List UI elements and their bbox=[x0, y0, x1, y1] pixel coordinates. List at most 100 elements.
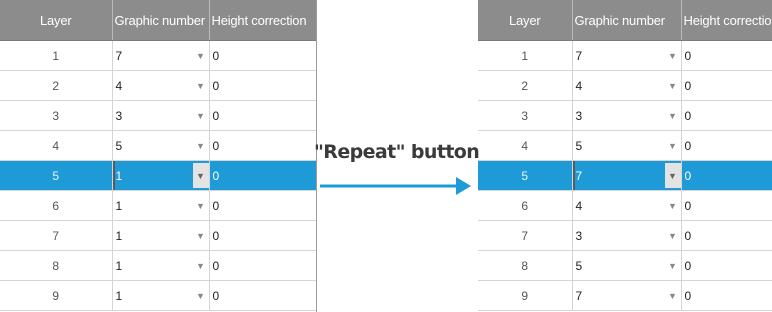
chevron-down-icon[interactable]: ▼ bbox=[665, 133, 681, 158]
layer-number-cell[interactable]: 7 bbox=[478, 220, 573, 251]
table-row[interactable]: 7 3 ▼ 0 bbox=[478, 220, 772, 251]
graphic-number-select[interactable]: 1 ▼ bbox=[112, 250, 210, 281]
chevron-down-icon[interactable]: ▼ bbox=[664, 163, 680, 188]
header-graphic-number[interactable]: Graphic number bbox=[572, 0, 682, 41]
height-correction-input[interactable]: 0 bbox=[680, 250, 772, 281]
height-correction-input[interactable]: 0 bbox=[208, 250, 316, 281]
layer-number-cell[interactable]: 9 bbox=[478, 280, 573, 311]
graphic-number-select[interactable]: 1 ▼ bbox=[112, 190, 210, 221]
graphic-number-select[interactable]: 3 ▼ bbox=[112, 100, 210, 131]
graphic-number-value: 1 bbox=[115, 198, 123, 213]
height-correction-input[interactable]: 0 bbox=[680, 160, 772, 191]
chevron-down-icon[interactable]: ▼ bbox=[665, 73, 681, 98]
layer-number-cell[interactable]: 6 bbox=[0, 190, 113, 221]
graphic-number-select[interactable]: 5 ▼ bbox=[572, 250, 682, 281]
graphic-number-select[interactable]: 5 ▼ bbox=[572, 130, 682, 161]
layer-number-cell[interactable]: 1 bbox=[478, 40, 573, 71]
header-height-correction[interactable]: Height correction bbox=[209, 0, 316, 41]
height-correction-input[interactable]: 0 bbox=[208, 190, 316, 221]
graphic-number-select[interactable]: 1 ▼ bbox=[112, 280, 210, 311]
layer-number-cell[interactable]: 9 bbox=[0, 280, 113, 311]
graphic-number-value: 1 bbox=[115, 228, 123, 243]
graphic-number-select[interactable]: 4 ▼ bbox=[572, 70, 682, 101]
height-correction-input[interactable]: 0 bbox=[680, 190, 772, 221]
header-layer[interactable]: Layer bbox=[478, 0, 573, 41]
table-row[interactable]: 2 4 ▼ 0 bbox=[478, 70, 772, 101]
height-correction-input[interactable]: 0 bbox=[208, 70, 316, 101]
graphic-number-select[interactable]: 5 ▼ bbox=[112, 130, 210, 161]
chevron-down-icon[interactable]: ▼ bbox=[193, 253, 209, 278]
height-correction-input[interactable]: 0 bbox=[208, 130, 316, 161]
layer-number-cell[interactable]: 2 bbox=[478, 70, 573, 101]
layer-number-cell[interactable]: 8 bbox=[0, 250, 113, 281]
table-row[interactable]: 6 1 ▼ 0 bbox=[0, 190, 316, 221]
table-row[interactable]: 3 3 ▼ 0 bbox=[0, 100, 316, 131]
chevron-down-icon[interactable]: ▼ bbox=[193, 283, 209, 308]
table-row[interactable]: 6 4 ▼ 0 bbox=[478, 190, 772, 221]
height-correction-input[interactable]: 0 bbox=[208, 160, 316, 191]
chevron-down-icon[interactable]: ▼ bbox=[665, 43, 681, 68]
layer-number-cell[interactable]: 5 bbox=[478, 160, 573, 191]
chevron-down-icon[interactable]: ▼ bbox=[665, 103, 681, 128]
chevron-down-icon[interactable]: ▼ bbox=[193, 43, 209, 68]
layer-number-cell[interactable]: 5 bbox=[0, 160, 113, 191]
height-correction-input[interactable]: 0 bbox=[680, 280, 772, 311]
chevron-down-icon[interactable]: ▼ bbox=[193, 223, 209, 248]
graphic-number-select[interactable]: 4 ▼ bbox=[572, 190, 682, 221]
chevron-down-icon[interactable]: ▼ bbox=[193, 73, 209, 98]
layer-number-cell[interactable]: 3 bbox=[478, 100, 573, 131]
graphic-number-select[interactable]: 3 ▼ bbox=[572, 220, 682, 251]
height-correction-input[interactable]: 0 bbox=[208, 220, 316, 251]
layer-number-cell[interactable]: 4 bbox=[0, 130, 113, 161]
table-row[interactable]: 1 7 ▼ 0 bbox=[478, 40, 772, 71]
layer-number-cell[interactable]: 1 bbox=[0, 40, 113, 71]
header-graphic-number[interactable]: Graphic number bbox=[112, 0, 210, 41]
height-correction-input[interactable]: 0 bbox=[208, 280, 316, 311]
layer-number-cell[interactable]: 4 bbox=[478, 130, 573, 161]
table-row[interactable]: 3 3 ▼ 0 bbox=[478, 100, 772, 131]
layer-number-cell[interactable]: 7 bbox=[0, 220, 113, 251]
height-correction-input[interactable]: 0 bbox=[680, 220, 772, 251]
height-correction-input[interactable]: 0 bbox=[208, 40, 316, 71]
layer-number-cell[interactable]: 6 bbox=[478, 190, 573, 221]
chevron-down-icon[interactable]: ▼ bbox=[192, 163, 208, 188]
layer-number-cell[interactable]: 3 bbox=[0, 100, 113, 131]
graphic-number-select[interactable]: 7 ▼ bbox=[112, 40, 210, 71]
chevron-down-icon[interactable]: ▼ bbox=[665, 283, 681, 308]
graphic-number-select[interactable]: 3 ▼ bbox=[572, 100, 682, 131]
chevron-down-icon[interactable]: ▼ bbox=[193, 103, 209, 128]
chevron-down-icon[interactable]: ▼ bbox=[665, 223, 681, 248]
height-correction-input[interactable]: 0 bbox=[680, 100, 772, 131]
graphic-number-select[interactable]: 7 ▼ bbox=[572, 280, 682, 311]
graphic-number-value: 5 bbox=[575, 258, 583, 273]
height-correction-input[interactable]: 0 bbox=[680, 130, 772, 161]
table-row[interactable]: 5 1 ▼ 0 bbox=[0, 160, 316, 191]
graphic-number-select[interactable]: 4 ▼ bbox=[112, 70, 210, 101]
table-row[interactable]: 7 1 ▼ 0 bbox=[0, 220, 316, 251]
graphic-number-value: 3 bbox=[575, 108, 583, 123]
table-row[interactable]: 8 5 ▼ 0 bbox=[478, 250, 772, 281]
table-row[interactable]: 9 1 ▼ 0 bbox=[0, 280, 316, 311]
table-row[interactable]: 9 7 ▼ 0 bbox=[478, 280, 772, 311]
header-layer[interactable]: Layer bbox=[0, 0, 113, 41]
graphic-number-select[interactable]: 1 ▼ bbox=[112, 220, 210, 251]
graphic-number-select[interactable]: 1 ▼ bbox=[112, 160, 210, 191]
height-correction-input[interactable]: 0 bbox=[680, 70, 772, 101]
chevron-down-icon[interactable]: ▼ bbox=[665, 193, 681, 218]
graphic-number-select[interactable]: 7 ▼ bbox=[572, 160, 682, 191]
height-correction-input[interactable]: 0 bbox=[208, 100, 316, 131]
table-row[interactable]: 1 7 ▼ 0 bbox=[0, 40, 316, 71]
layer-number-cell[interactable]: 8 bbox=[478, 250, 573, 281]
table-row[interactable]: 4 5 ▼ 0 bbox=[0, 130, 316, 161]
table-row[interactable]: 4 5 ▼ 0 bbox=[478, 130, 772, 161]
graphic-number-select[interactable]: 7 ▼ bbox=[572, 40, 682, 71]
chevron-down-icon[interactable]: ▼ bbox=[193, 133, 209, 158]
header-height-correction[interactable]: Height correction bbox=[681, 0, 772, 41]
chevron-down-icon[interactable]: ▼ bbox=[665, 253, 681, 278]
height-correction-input[interactable]: 0 bbox=[680, 40, 772, 71]
chevron-down-icon[interactable]: ▼ bbox=[193, 193, 209, 218]
layer-number-cell[interactable]: 2 bbox=[0, 70, 113, 101]
table-row[interactable]: 2 4 ▼ 0 bbox=[0, 70, 316, 101]
table-row[interactable]: 8 1 ▼ 0 bbox=[0, 250, 316, 281]
table-row[interactable]: 5 7 ▼ 0 bbox=[478, 160, 772, 191]
